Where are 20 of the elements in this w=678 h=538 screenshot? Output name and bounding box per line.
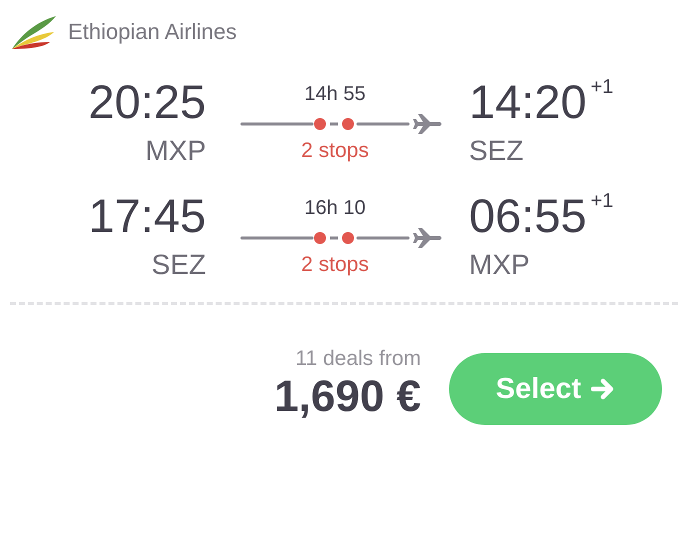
airline-logo-icon: [10, 14, 58, 50]
departure-airport: MXP: [145, 134, 206, 168]
flight-duration: 16h 10: [304, 196, 366, 220]
stops-count: 2 stops: [301, 252, 369, 278]
stops-count: 2 stops: [301, 138, 369, 164]
arrival-airport: SEZ: [469, 134, 524, 168]
flight-duration: 14h 55: [304, 82, 366, 106]
arrival-time: 06:55: [469, 188, 587, 244]
select-button[interactable]: Select: [449, 353, 662, 425]
day-offset: +1: [590, 190, 614, 213]
arrival-airport: MXP: [469, 248, 530, 282]
arrow-icon: [591, 378, 616, 400]
airline-name: Ethiopian Airlines: [68, 19, 237, 45]
deals-count: 11 deals from: [295, 347, 421, 371]
departure-airport: SEZ: [152, 248, 206, 282]
day-offset: +1: [590, 76, 614, 99]
departure-time: 20:25: [88, 74, 206, 130]
price-amount: 1,690 €: [274, 371, 421, 423]
departure-time: 17:45: [88, 188, 206, 244]
arrival-time: 14:20: [469, 74, 587, 130]
